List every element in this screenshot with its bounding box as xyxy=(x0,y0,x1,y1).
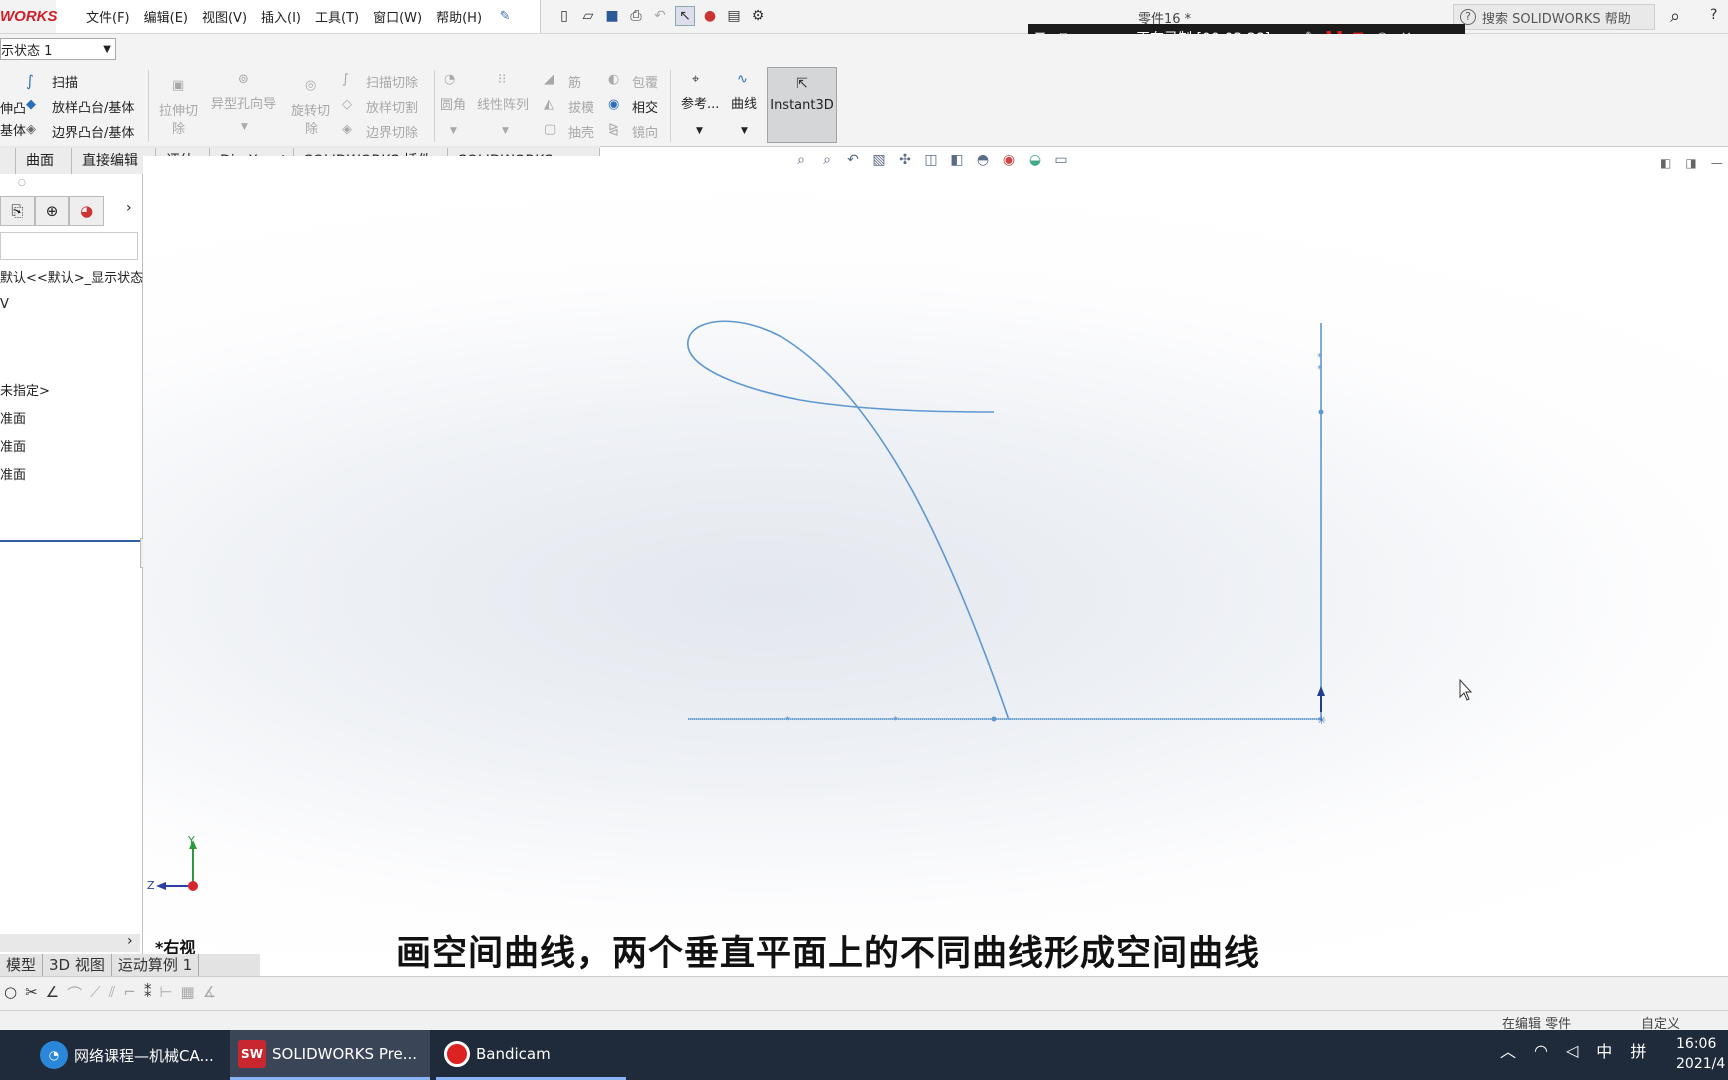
mouse-cursor-icon xyxy=(1459,678,1473,701)
clock-time: 16:06 xyxy=(1676,1036,1717,1052)
clock-date: 2021/4 xyxy=(1676,1056,1726,1072)
sketch-point[interactable] xyxy=(991,716,997,722)
tab-model[interactable]: 模型 xyxy=(0,954,44,976)
sketch-point-marker[interactable]: * xyxy=(893,715,898,726)
point-tool-icon[interactable]: ⁑ xyxy=(144,983,152,1004)
sketch-point-marker[interactable]: * xyxy=(785,715,790,726)
angle-tool-icon[interactable]: ∡ xyxy=(203,983,216,1004)
ime-language[interactable]: 中 xyxy=(1596,1038,1612,1062)
sketch-origin-marker[interactable]: ✳ xyxy=(1317,714,1326,727)
circle-tool-icon[interactable]: ○ xyxy=(4,983,17,1004)
linear-sketch-icon[interactable]: ⫽ xyxy=(109,983,116,1004)
status-bar: 在编辑 零件 自定义 xyxy=(0,1010,1728,1032)
bottom-tabs: 模型 3D 视图 运动算例 1 xyxy=(0,954,260,976)
browser-app-icon: ◔ xyxy=(40,1041,68,1069)
dimension-tool-icon[interactable]: ⊢ xyxy=(159,983,172,1004)
system-clock[interactable]: 16:06 2021/4 xyxy=(1676,1034,1725,1074)
taskbar-item-label: 网络课程—机械CA... xyxy=(74,1046,214,1065)
solidworks-app-icon: SW xyxy=(238,1039,266,1068)
taskbar-item-label: Bandicam xyxy=(476,1044,551,1063)
corner-tool-icon[interactable]: ⌐ xyxy=(123,983,136,1004)
origin-arrow-icon xyxy=(1317,686,1325,696)
convert-entities-icon[interactable]: ⟋ xyxy=(90,983,101,1004)
tab-motion-study[interactable]: 运动算例 1 xyxy=(112,954,200,976)
tab-3d-views[interactable]: 3D 视图 xyxy=(43,954,112,976)
trim-tool-icon[interactable]: ✂ xyxy=(25,983,38,1004)
wifi-icon[interactable]: ◠ xyxy=(1534,1041,1548,1060)
system-tray: ︿ ◠ ◁ 中 拼 xyxy=(1500,1038,1646,1062)
sketch-point[interactable] xyxy=(1318,409,1324,415)
triad-origin xyxy=(188,881,198,891)
volume-icon[interactable]: ◁ xyxy=(1566,1041,1578,1060)
sketch-point-marker[interactable]: * xyxy=(1317,364,1322,375)
spline-sketch-curve[interactable] xyxy=(687,320,1010,721)
video-subtitle: 画空间曲线，两个垂直平面上的不同曲线形成空间曲线 xyxy=(396,933,1261,974)
sketch-toolbar: ○ ✂ ∠ ⌒ ⟋ ⫽ ⌐ ⁑ ⊢ ▦ ∡ xyxy=(0,976,1728,1011)
taskbar-item-browser[interactable]: ◔ 网络课程—机械CA... xyxy=(32,1030,226,1080)
triad-z-label: Z xyxy=(147,879,155,892)
sketch-point-marker[interactable]: * xyxy=(1317,352,1322,363)
offset-tool-icon[interactable]: ⌒ xyxy=(67,983,82,1004)
triad-y-label: Y xyxy=(188,834,195,847)
triad-z-arrow xyxy=(156,882,166,890)
taskbar-item-bandicam[interactable]: Bandicam xyxy=(436,1030,626,1080)
bandicam-app-icon xyxy=(444,1040,470,1067)
taskbar-item-solidworks[interactable]: SW SOLIDWORKS Pre... xyxy=(230,1030,430,1080)
smart-dimension-icon[interactable]: ∠ xyxy=(46,983,59,1004)
tray-chevron-up-icon[interactable]: ︿ xyxy=(1500,1038,1516,1062)
grid-tool-icon[interactable]: ▦ xyxy=(181,983,195,1004)
taskbar-item-label: SOLIDWORKS Pre... xyxy=(272,1044,417,1063)
ime-mode[interactable]: 拼 xyxy=(1630,1038,1646,1062)
sketch-canvas: * * * * ✳ xyxy=(156,320,1473,891)
